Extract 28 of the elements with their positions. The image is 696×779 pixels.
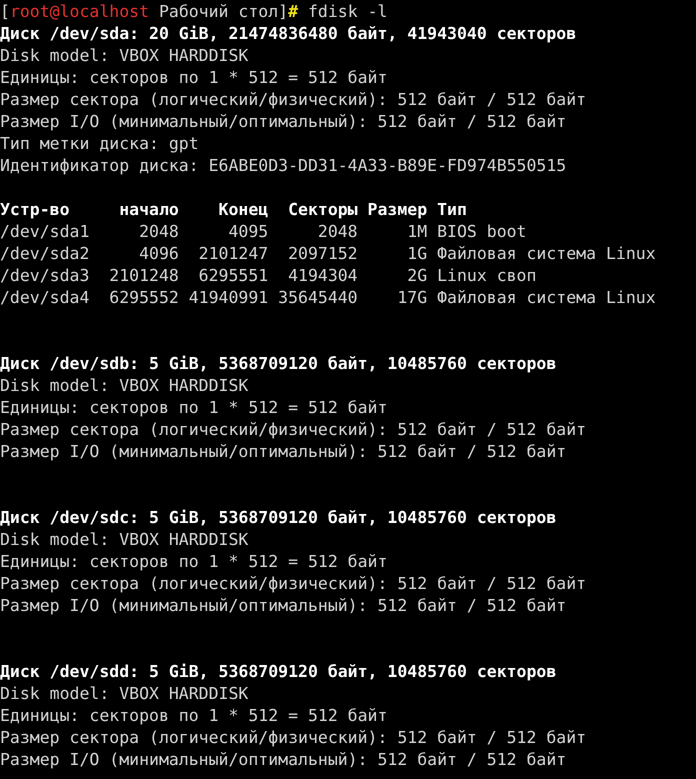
output-line: Disk model: VBOX HARDDISK	[0, 683, 248, 705]
output-line: Единицы: секторов по 1 * 512 = 512 байт	[0, 705, 388, 727]
output-line: Диск /dev/sdb: 5 GiB, 5368709120 байт, 10485760 секторов	[0, 353, 556, 375]
output-line: Размер I/O (минимальный/оптимальный): 512 байт / 512 байт	[0, 749, 566, 771]
output-line: Disk model: VBOX HARDDISK	[0, 529, 248, 551]
output-line: /dev/sda2 4096 2101247 2097152 1G Файловая система Linux	[0, 243, 656, 265]
output-line: Диск /dev/sdc: 5 GiB, 5368709120 байт, 10485760 секторов	[0, 507, 556, 529]
output-line: Устр-во начало Конец Секторы Размер Тип	[0, 199, 467, 221]
output-line: Disk model: VBOX HARDDISK	[0, 375, 248, 397]
output-line: Размер I/O (минимальный/оптимальный): 512 байт / 512 байт	[0, 111, 566, 133]
output-line: Единицы: секторов по 1 * 512 = 512 байт	[0, 397, 388, 419]
output-line: /dev/sda4 6295552 41940991 35645440 17G Файловая система Linux	[0, 287, 656, 309]
output-line: Единицы: секторов по 1 * 512 = 512 байт	[0, 67, 388, 89]
output-line: Идентификатор диска: E6ABE0D3-DD31-4A33-B89E-FD974B550515	[0, 155, 566, 177]
output-line: Диск /dev/sda: 20 GiB, 21474836480 байт, 41943040 секторов	[0, 23, 576, 45]
output-line: Диск /dev/sdd: 5 GiB, 5368709120 байт, 10485760 секторов	[0, 661, 556, 683]
output-line: Размер сектора (логический/физический): 512 байт / 512 байт	[0, 89, 586, 111]
output-line: Единицы: секторов по 1 * 512 = 512 байт	[0, 551, 388, 573]
prompt-line: [root@localhost Рабочий стол]# fdisk -l	[0, 1, 388, 23]
output-line: Размер сектора (логический/физический): 512 байт / 512 байт	[0, 727, 586, 749]
output-line: Тип метки диска: gpt	[0, 133, 199, 155]
output-line: Размер сектора (логический/физический): 512 байт / 512 байт	[0, 419, 586, 441]
output-line: Размер I/O (минимальный/оптимальный): 512 байт / 512 байт	[0, 595, 566, 617]
output-line: Размер I/O (минимальный/оптимальный): 512 байт / 512 байт	[0, 441, 566, 463]
output-line: Disk model: VBOX HARDDISK	[0, 45, 248, 67]
output-line: /dev/sda1 2048 4095 2048 1M BIOS boot	[0, 221, 526, 243]
output-line: Размер сектора (логический/физический): 512 байт / 512 байт	[0, 573, 586, 595]
output-line: /dev/sda3 2101248 6295551 4194304 2G Linux своп	[0, 265, 536, 287]
